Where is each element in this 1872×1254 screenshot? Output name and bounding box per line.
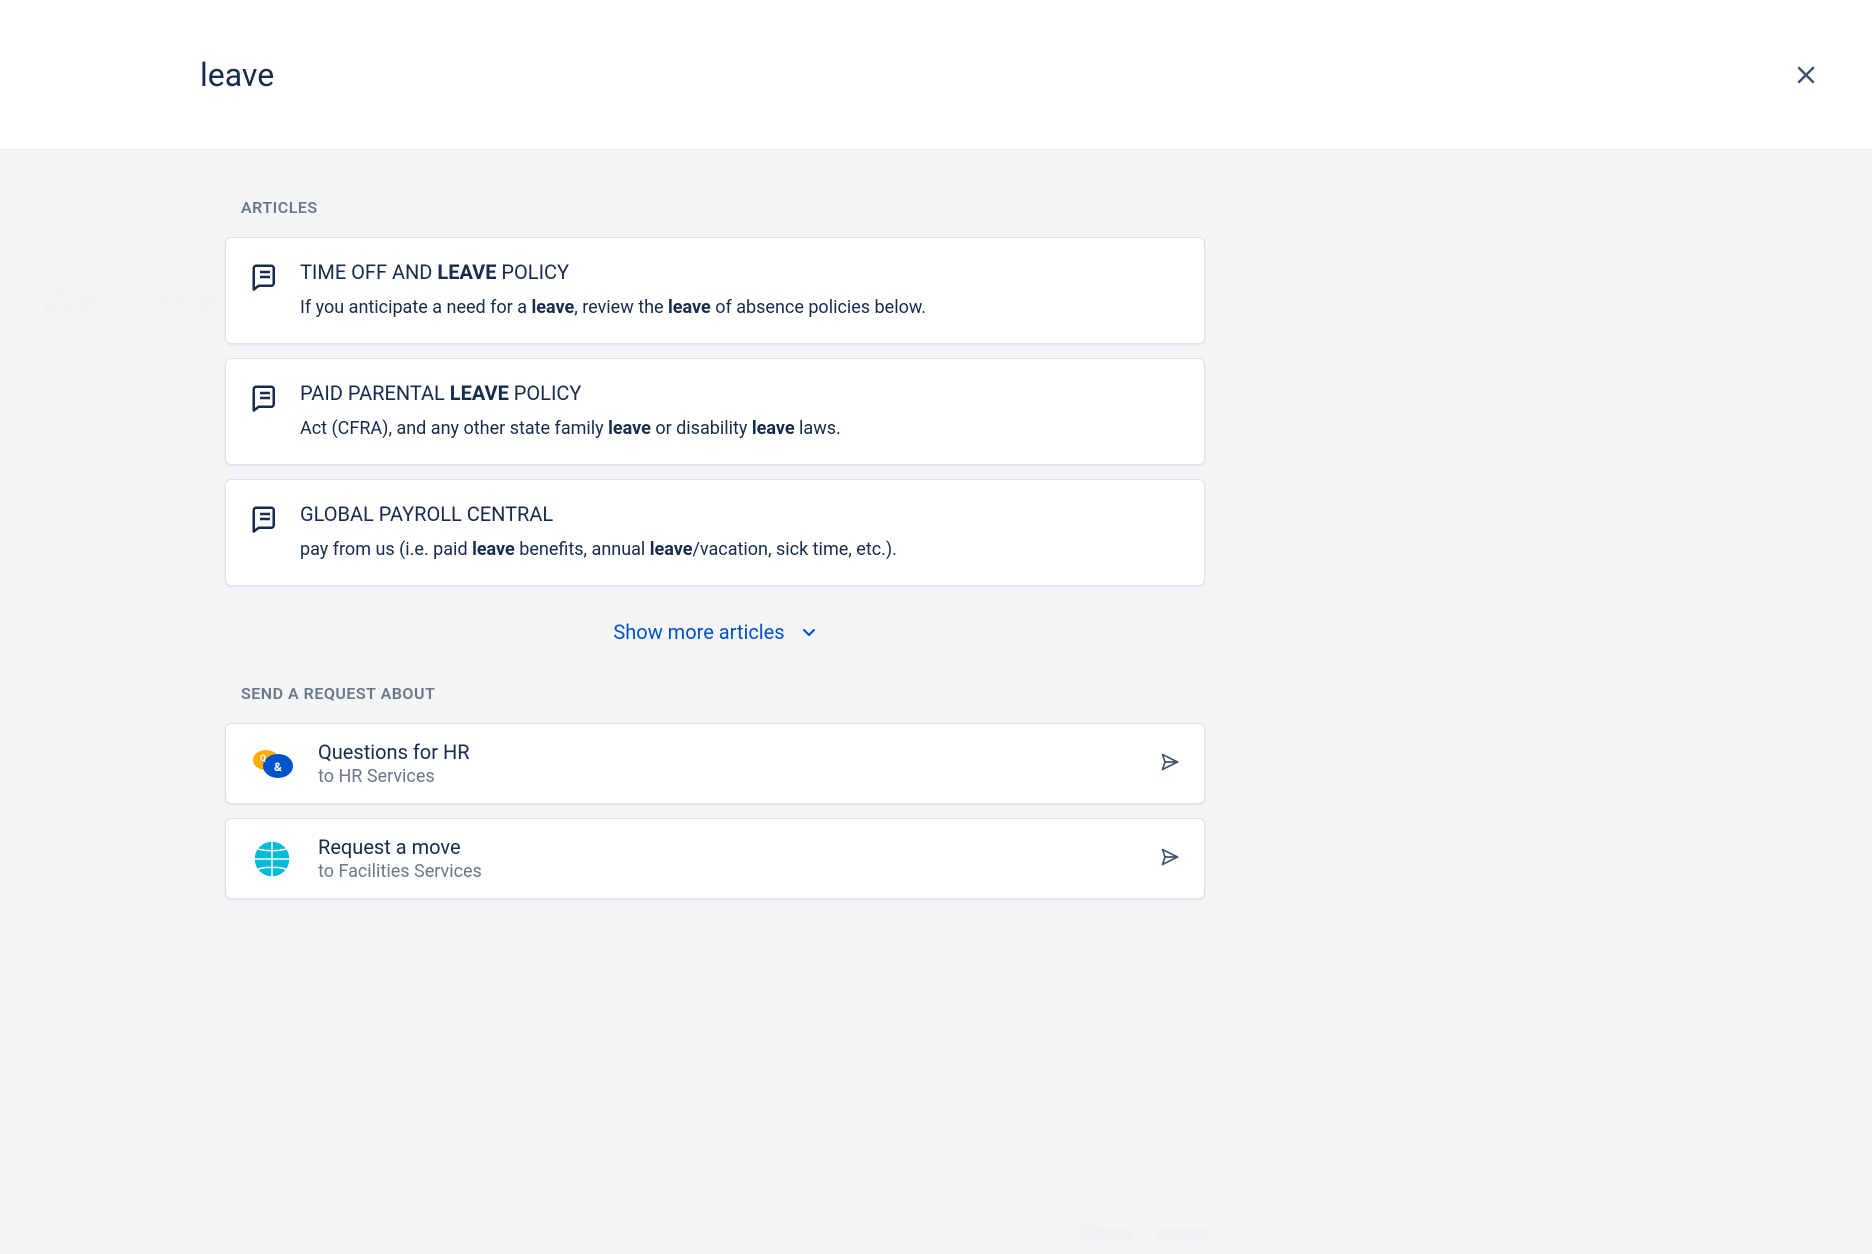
request-destination: to HR Services [318,766,1136,787]
results-container: ARTICLES TIME OFF AND LEAVE POLICY If you… [0,150,1872,899]
requests-heading: SEND A REQUEST ABOUT [225,684,1205,703]
article-snippet: pay from us (i.e. paid leave benefits, a… [300,536,1180,563]
article-snippet: Act (CFRA), and any other state family l… [300,415,1180,442]
close-icon [1794,63,1818,87]
request-destination: to Facilities Services [318,861,1136,882]
chevron-down-icon [801,624,817,640]
articles-heading: ARTICLES [225,198,1205,217]
close-button[interactable] [1790,59,1822,91]
search-input[interactable] [200,56,1672,94]
document-icon [250,262,280,292]
article-title: TIME OFF AND LEAVE POLICY [300,260,1180,284]
request-card[interactable]: & Q Questions for HRto HR Services [225,723,1205,804]
send-icon [1160,752,1180,776]
article-title: GLOBAL PAYROLL CENTRAL [300,502,1180,526]
globe-icon [250,837,294,881]
svg-text:&: & [274,760,282,774]
svg-text:Q: Q [260,754,266,764]
article-snippet: If you anticipate a need for a leave, re… [300,294,1180,321]
article-card[interactable]: GLOBAL PAYROLL CENTRAL pay from us (i.e. … [225,479,1205,586]
request-title: Questions for HR [318,740,1136,764]
article-card[interactable]: PAID PARENTAL LEAVE POLICY Act (CFRA), an… [225,358,1205,465]
send-icon [1160,847,1180,871]
show-more-articles[interactable]: Show more articles [225,600,1205,684]
chat-bubbles-icon: & Q [250,742,294,786]
search-header [0,0,1872,150]
show-more-label: Show more articles [613,620,784,644]
article-card[interactable]: TIME OFF AND LEAVE POLICY If you anticipa… [225,237,1205,344]
document-icon [250,383,280,413]
request-title: Request a move [318,835,1136,859]
request-card[interactable]: Request a moveto Facilities Services [225,818,1205,899]
article-title: PAID PARENTAL LEAVE POLICY [300,381,1180,405]
document-icon [250,504,280,534]
